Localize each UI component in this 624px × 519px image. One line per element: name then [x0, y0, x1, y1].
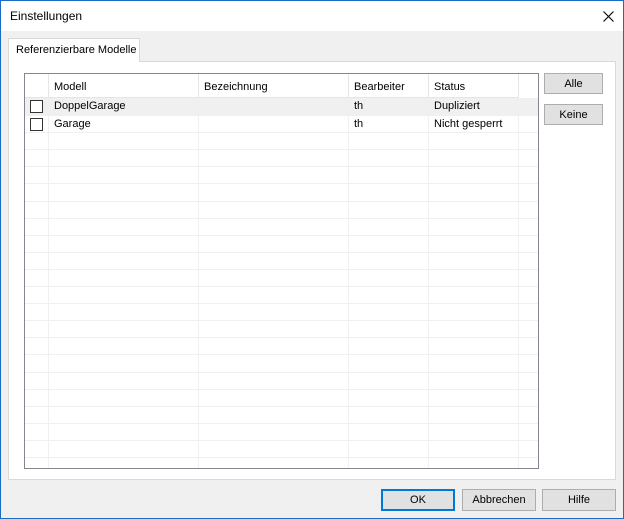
ok-button[interactable]: OK [381, 489, 455, 511]
tab-referenzierbare-modelle[interactable]: Referenzierbare Modelle [8, 38, 140, 62]
tab-panel: Modell Bezeichnung Bearbeiter Status Dop… [8, 61, 616, 480]
grid-line [25, 457, 538, 458]
grid-line [25, 252, 538, 253]
grid-line [25, 389, 538, 390]
grid-line [25, 337, 538, 338]
cell-status: Nicht gesperrt [434, 118, 503, 130]
models-table: Modell Bezeichnung Bearbeiter Status Dop… [24, 73, 539, 469]
grid-line [25, 218, 538, 219]
grid-line [25, 166, 538, 167]
grid-line [25, 286, 538, 287]
select-none-button[interactable]: Keine [544, 104, 603, 125]
row-checkbox[interactable] [30, 118, 43, 131]
grid-line [518, 98, 519, 468]
grid-line [48, 98, 49, 468]
select-all-button[interactable]: Alle [544, 73, 603, 94]
grid-line [25, 235, 538, 236]
column-header-bearbeiter[interactable]: Bearbeiter [349, 74, 429, 98]
window-title: Einstellungen [10, 9, 83, 23]
settings-dialog: Einstellungen Referenzierbare Modelle Mo… [0, 0, 624, 519]
grid-line [25, 372, 538, 373]
grid-line [25, 149, 538, 150]
grid-line [348, 98, 349, 468]
grid-line [25, 320, 538, 321]
help-button[interactable]: Hilfe [542, 489, 616, 511]
cell-modell: DoppelGarage [54, 100, 126, 112]
cell-status: Dupliziert [434, 100, 480, 112]
cell-bearbeiter: th [354, 118, 364, 130]
grid-line [25, 201, 538, 202]
table-row[interactable]: Garage th Nicht gesperrt [25, 116, 538, 133]
grid-line [25, 354, 538, 355]
table-header: Modell Bezeichnung Bearbeiter Status [25, 74, 538, 98]
cell-bezeichnung [199, 116, 349, 133]
column-header-select[interactable] [25, 74, 49, 98]
grid-line [25, 303, 538, 304]
grid-line [25, 406, 538, 407]
close-icon [602, 10, 614, 22]
grid-line [25, 423, 538, 424]
row-checkbox[interactable] [30, 100, 43, 113]
grid-line [428, 98, 429, 468]
grid-line [198, 98, 199, 468]
cancel-button[interactable]: Abbrechen [462, 489, 536, 511]
grid-line [25, 440, 538, 441]
column-header-modell[interactable]: Modell [49, 74, 199, 98]
close-button[interactable] [593, 1, 623, 31]
column-header-status[interactable]: Status [429, 74, 519, 98]
column-header-bezeichnung[interactable]: Bezeichnung [199, 74, 349, 98]
grid-line [25, 183, 538, 184]
cell-modell: Garage [54, 118, 91, 130]
grid-line [25, 269, 538, 270]
title-bar: Einstellungen [1, 1, 623, 31]
cell-bearbeiter: th [354, 100, 364, 112]
table-row[interactable]: DoppelGarage th Dupliziert [25, 98, 538, 115]
cell-bezeichnung [199, 98, 349, 115]
